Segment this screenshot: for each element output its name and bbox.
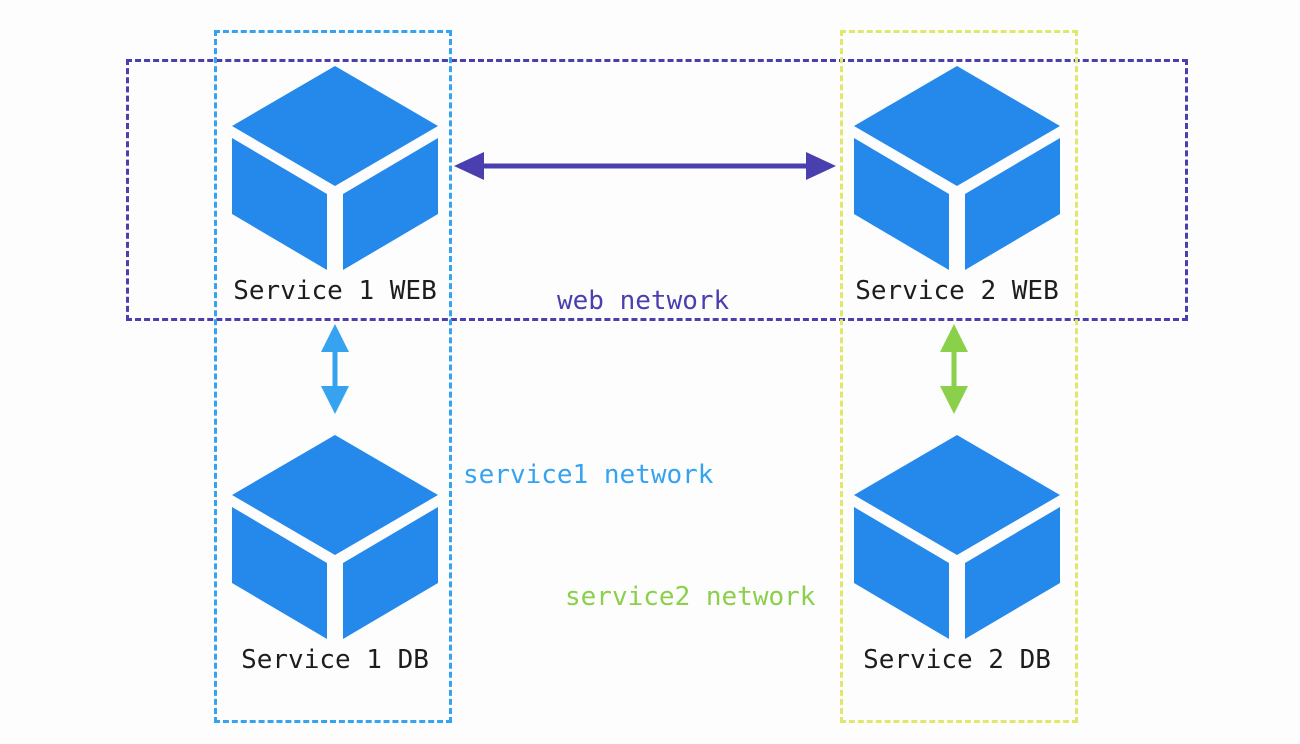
node-service-2-web[interactable]: Service 2 WEB	[837, 64, 1077, 306]
network-label-service2: service2 network	[565, 582, 816, 612]
node-service-2-db[interactable]: Service 2 DB	[837, 433, 1077, 675]
connection-arrow-service2-network	[940, 324, 968, 414]
cube-icon	[854, 435, 1060, 639]
node-service-1-db[interactable]: Service 1 DB	[215, 433, 455, 675]
node-label: Service 2 DB	[863, 645, 1051, 675]
node-service-1-web[interactable]: Service 1 WEB	[215, 64, 455, 306]
cube-icon	[232, 435, 438, 639]
cube-icon	[854, 66, 1060, 270]
network-label-service1: service1 network	[463, 460, 714, 490]
node-label: Service 1 WEB	[233, 276, 437, 306]
node-label: Service 2 WEB	[855, 276, 1059, 306]
network-label-web: web network	[557, 286, 730, 316]
connection-arrow-service1-network	[321, 324, 349, 414]
node-label: Service 1 DB	[241, 645, 429, 675]
connection-arrow-web-network	[454, 152, 836, 180]
cube-icon	[232, 66, 438, 270]
diagram-canvas: Service 1 WEB Service 2 WEB Service 1 DB…	[0, 0, 1300, 744]
